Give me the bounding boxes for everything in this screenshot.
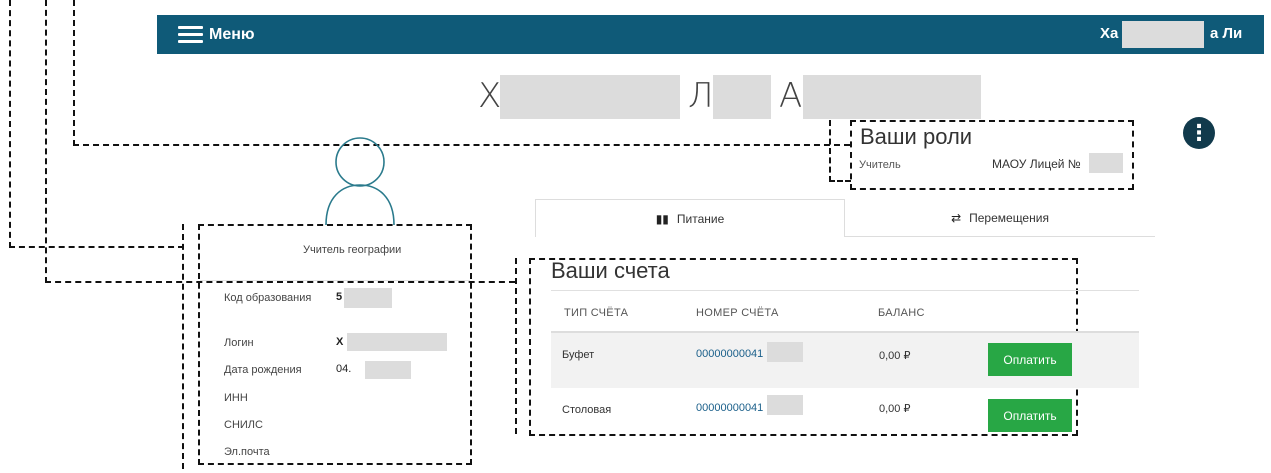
menu-button[interactable]: Меню [178, 25, 255, 44]
redacted-block [344, 288, 392, 308]
field-label: ИНН [224, 392, 248, 404]
field-value: 5 [336, 291, 343, 303]
field-value: Х [336, 336, 344, 348]
field-label: Код образования [224, 292, 312, 304]
options-icon[interactable]: ⋮ [1183, 117, 1215, 149]
role-organization: МАОУ Лицей № [992, 157, 1081, 171]
redacted-block [365, 361, 411, 379]
role-name: Учитель [859, 159, 901, 171]
transfer-arrows-icon: ⇄ [951, 210, 962, 225]
divider [200, 280, 470, 281]
annotation-line [515, 258, 517, 434]
field-value: 04. [336, 363, 352, 375]
user-name-tail[interactable]: а Ли [1210, 25, 1242, 42]
divider [551, 290, 1139, 291]
redacted-block [713, 75, 771, 119]
tab-label: Перемещения [969, 210, 1049, 225]
account-number[interactable]: 00000000041 [696, 402, 763, 414]
table-row: Столовая 00000000041 0,00 ₽ Оплатить [551, 388, 1139, 433]
annotation-line [9, 0, 11, 248]
annotation-line [182, 224, 184, 469]
column-header: НОМЕР СЧЁТА [696, 307, 779, 319]
redacted-block [1089, 153, 1123, 173]
redacted-block [803, 75, 981, 119]
annotation-line [829, 180, 851, 182]
name-letter: Л [688, 76, 715, 116]
hamburger-icon [178, 25, 203, 44]
redacted-block [347, 333, 447, 351]
column-header: ТИП СЧЁТА [564, 307, 629, 319]
account-number[interactable]: 00000000041 [696, 348, 763, 360]
column-header: БАЛАНС [878, 307, 925, 319]
field-label: СНИЛС [224, 419, 263, 431]
menu-label: Меню [209, 25, 255, 43]
field-label: Дата рождения [224, 364, 302, 376]
account-balance: 0,00 ₽ [879, 403, 911, 415]
pay-button[interactable]: Оплатить [988, 399, 1072, 432]
annotation-line [45, 0, 47, 283]
account-type: Столовая [562, 404, 612, 416]
annotation-line [73, 144, 850, 146]
user-name[interactable]: Ха [1100, 25, 1118, 42]
accounts-title: Ваши счета [551, 258, 670, 283]
redacted-block [500, 75, 680, 119]
annotation-line [829, 120, 831, 182]
tab-label: Питание [676, 211, 725, 226]
tabs: ▮▮ Питание ⇄ Перемещения [535, 199, 1155, 237]
page: Меню Ха а Ли Х Л А ⋮ Ваши роли Учитель М… [0, 0, 1271, 473]
table-row: Буфет 00000000041 0,00 ₽ Оплатить [551, 331, 1139, 388]
avatar-icon [322, 135, 402, 225]
fork-knife-icon: ▮▮ [655, 211, 669, 226]
redacted-block [767, 395, 803, 415]
teacher-subject: Учитель географии [303, 244, 402, 256]
redacted-block [1122, 21, 1204, 48]
tab-peremeshcheniya[interactable]: ⇄ Перемещения [845, 199, 1155, 237]
field-label: Эл.почта [224, 446, 270, 458]
name-letter: А [779, 76, 804, 116]
account-balance: 0,00 ₽ [879, 350, 911, 362]
account-type: Буфет [562, 349, 595, 361]
annotation-line [73, 0, 75, 146]
field-label: Логин [224, 337, 254, 349]
name-letter: Х [478, 76, 503, 116]
tab-pitanie[interactable]: ▮▮ Питание [535, 199, 845, 237]
annotation-line [9, 246, 184, 248]
roles-title: Ваши роли [860, 124, 973, 149]
pay-button[interactable]: Оплатить [988, 343, 1072, 376]
top-navigation-bar: Меню Ха а Ли [157, 15, 1264, 54]
redacted-block [767, 342, 803, 362]
